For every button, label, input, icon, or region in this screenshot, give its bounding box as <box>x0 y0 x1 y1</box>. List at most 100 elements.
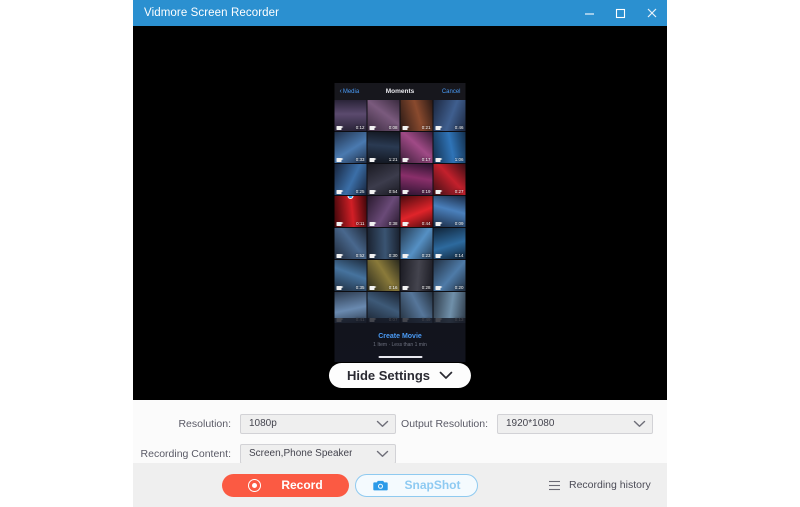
record-icon <box>248 479 261 492</box>
video-icon <box>403 126 408 130</box>
record-button[interactable]: Record <box>222 474 349 497</box>
video-icon <box>370 254 375 258</box>
phone-footer: Create Movie 1 Item · Less than 1 min <box>335 318 466 362</box>
thumbnail-duration: 0:28 <box>422 286 431 291</box>
title-bar: Vidmore Screen Recorder <box>133 0 667 26</box>
media-thumbnail[interactable]: 0:44 <box>401 196 433 227</box>
output-resolution-value: 1920*1080 <box>506 418 554 429</box>
media-thumbnail[interactable]: 0:27 <box>434 164 466 195</box>
recording-history-button[interactable]: Recording history <box>548 479 651 491</box>
thumbnail-duration: 0:20 <box>455 286 464 291</box>
thumbnail-duration: 0:17 <box>422 158 431 163</box>
video-icon <box>370 190 375 194</box>
video-icon <box>337 286 342 290</box>
hide-settings-button[interactable]: Hide Settings <box>329 363 471 388</box>
movie-meta-label: 1 Item · Less than 1 min <box>373 342 427 348</box>
media-thumbnail[interactable]: 1:21 <box>368 132 400 163</box>
media-thumbnail[interactable]: 0:46 <box>434 100 466 131</box>
video-icon <box>337 254 342 258</box>
thumbnail-duration: 0:14 <box>455 254 464 259</box>
thumbnail-duration: 0:16 <box>389 286 398 291</box>
video-icon <box>403 222 408 226</box>
video-icon <box>436 126 441 130</box>
media-thumbnail[interactable]: 0:21 <box>401 100 433 131</box>
create-movie-button[interactable]: Create Movie <box>378 333 422 340</box>
close-icon <box>645 6 659 20</box>
media-thumbnail[interactable]: 0:30 <box>368 228 400 259</box>
chevron-left-icon: ‹ <box>340 88 342 95</box>
phone-screen-mirror: ‹ Media Moments Cancel 0:120:080:210:460… <box>335 83 466 362</box>
thumbnail-duration: 0:23 <box>422 254 431 259</box>
media-thumbnail[interactable]: 0:38 <box>368 196 400 227</box>
media-thumbnail[interactable]: 0:19 <box>401 164 433 195</box>
maximize-button[interactable] <box>605 0 636 26</box>
recording-content-select[interactable]: Screen,Phone Speaker <box>240 444 396 464</box>
thumbnail-duration: 0:52 <box>356 254 365 259</box>
thumbnail-duration: 0:27 <box>455 190 464 195</box>
media-thumbnail[interactable]: 1:06 <box>434 132 466 163</box>
resolution-value: 1080p <box>249 418 277 429</box>
video-icon <box>370 286 375 290</box>
media-thumbnail[interactable]: 0:52 <box>335 228 367 259</box>
media-thumbnail[interactable]: 0:23 <box>401 228 433 259</box>
video-icon <box>337 190 342 194</box>
media-thumbnail[interactable]: 0:25 <box>335 164 367 195</box>
media-thumbnail[interactable]: 0:11 <box>335 196 367 227</box>
phone-back-button[interactable]: ‹ Media <box>340 88 360 95</box>
video-icon <box>370 126 375 130</box>
snapshot-button[interactable]: SnapShot <box>355 474 478 497</box>
video-icon <box>436 158 441 162</box>
snapshot-label: SnapShot <box>405 478 461 492</box>
media-thumbnail[interactable]: 0:20 <box>434 260 466 291</box>
media-thumbnail[interactable]: 0:17 <box>401 132 433 163</box>
resolution-label: Resolution: <box>133 418 240 430</box>
thumbnail-duration: 0:11 <box>356 222 364 227</box>
video-icon <box>436 222 441 226</box>
video-icon <box>370 222 375 226</box>
video-icon <box>436 286 441 290</box>
media-thumbnail[interactable]: 0:09 <box>434 196 466 227</box>
media-thumbnail[interactable]: 0:16 <box>368 260 400 291</box>
selection-indicator <box>348 196 354 199</box>
preview-area: ‹ Media Moments Cancel 0:120:080:210:460… <box>133 26 667 400</box>
media-thumbnail[interactable]: 0:12 <box>335 100 367 131</box>
thumbnail-duration: 0:33 <box>356 158 365 163</box>
recording-history-label: Recording history <box>569 479 651 491</box>
chevron-down-icon <box>376 450 389 458</box>
video-icon <box>436 190 441 194</box>
video-icon <box>337 126 342 130</box>
media-thumbnail[interactable]: 0:08 <box>368 100 400 131</box>
media-thumbnail[interactable]: 0:33 <box>335 132 367 163</box>
resolution-select[interactable]: 1080p <box>240 414 396 434</box>
home-indicator <box>378 356 422 358</box>
media-thumbnail[interactable]: 0:14 <box>434 228 466 259</box>
phone-nav-bar: ‹ Media Moments Cancel <box>335 83 466 100</box>
recording-content-value: Screen,Phone Speaker <box>249 448 352 459</box>
thumbnail-duration: 1:06 <box>455 158 464 163</box>
recording-content-label: Recording Content: <box>133 448 240 460</box>
video-icon <box>436 254 441 258</box>
phone-cancel-button[interactable]: Cancel <box>442 89 461 95</box>
action-bar: Record SnapShot Recording history <box>133 463 667 507</box>
media-thumbnail[interactable]: 0:54 <box>368 164 400 195</box>
app-title: Vidmore Screen Recorder <box>144 7 279 19</box>
thumbnail-duration: 0:54 <box>389 190 398 195</box>
media-thumbnail[interactable]: 0:28 <box>401 260 433 291</box>
video-icon <box>370 158 375 162</box>
phone-media-grid: 0:12 0:080:210:46 0:331:21 0:17 1:06 0:25 0:54… <box>335 100 466 323</box>
thumbnail-duration: 0:12 <box>356 126 365 131</box>
thumbnail-duration: 0:19 <box>422 190 431 195</box>
record-label: Record <box>281 478 322 492</box>
close-button[interactable] <box>636 0 667 26</box>
media-thumbnail[interactable]: 0:35 <box>335 260 367 291</box>
thumbnail-duration: 0:09 <box>455 222 464 227</box>
video-icon <box>403 286 408 290</box>
video-icon <box>337 222 342 226</box>
minimize-button[interactable] <box>574 0 605 26</box>
output-resolution-select[interactable]: 1920*1080 <box>497 414 653 434</box>
video-icon <box>337 158 342 162</box>
thumbnail-duration: 0:08 <box>389 126 398 131</box>
recording-content-row: Recording Content: Screen,Phone Speaker <box>133 442 667 465</box>
video-icon <box>403 254 408 258</box>
video-icon <box>403 158 408 162</box>
